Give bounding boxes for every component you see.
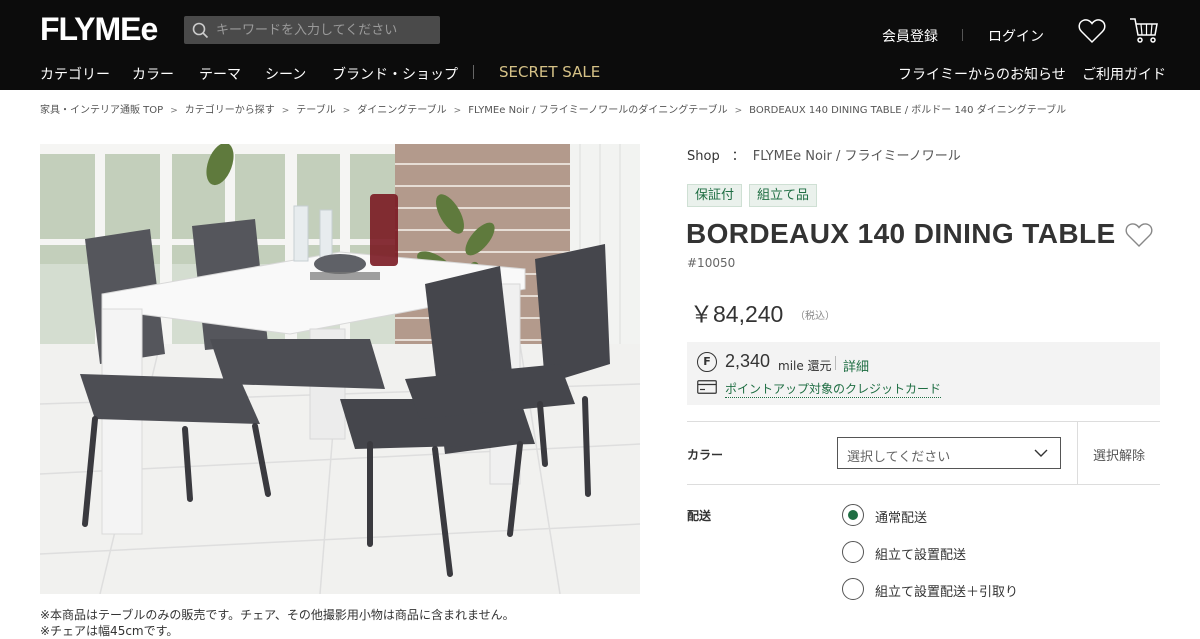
assembly-tag: 組立て品 <box>749 184 818 207</box>
breadcrumb-separator: > <box>281 106 290 116</box>
breadcrumb-item[interactable]: テーブル <box>296 101 335 116</box>
heart-icon[interactable] <box>1078 18 1106 44</box>
color-select[interactable]: 選択してください <box>837 437 1061 469</box>
login-link[interactable]: ログイン <box>988 26 1044 46</box>
product-note: ※本商品はテーブルのみの販売です。チェア、その他撮影用小物は商品に含まれません。 <box>40 608 515 622</box>
credit-card-link[interactable]: ポイントアップ対象のクレジットカード <box>725 380 942 398</box>
color-select-value: 選択してください <box>847 450 951 465</box>
radio-ring <box>842 578 864 600</box>
warranty-tag: 保証付 <box>687 184 743 207</box>
site-logo[interactable]: FLYMEe <box>40 11 158 48</box>
product-price: ￥84,240 <box>690 301 784 327</box>
breadcrumb: 家具・インテリア通販 TOP > カテゴリーから探す > テーブル > ダイニングテーブル >… <box>40 101 1160 117</box>
search-input[interactable] <box>216 19 434 41</box>
nav-brand-shop[interactable]: ブランド・ショップ <box>332 64 458 84</box>
shop-label: Shop <box>687 149 720 164</box>
nav-guide[interactable]: ご利用ガイド <box>1082 64 1166 84</box>
mile-detail-link[interactable]: 詳細 <box>843 356 869 375</box>
radio-selected-dot <box>848 510 858 520</box>
clear-selection-button[interactable]: 選択解除 <box>1093 445 1145 464</box>
breadcrumb-item[interactable]: カテゴリーから探す <box>185 101 275 116</box>
breadcrumb-item[interactable]: FLYMEe Noir / フライミーノワールのダイニングテーブル <box>468 101 727 116</box>
search-box[interactable] <box>184 16 440 44</box>
nav-category[interactable]: カテゴリー <box>40 64 110 84</box>
vertical-divider <box>1077 421 1078 484</box>
header-divider <box>962 29 963 41</box>
shop-name-link[interactable]: FLYMEe Noir / フライミーノワール <box>753 149 961 164</box>
site-header: FLYMEe 会員登録 ログイン カテゴリー カラー テーマ シーン ブランド・… <box>0 0 1200 90</box>
delivery-option-label[interactable]: 組立て設置配送 <box>875 544 966 563</box>
shop-colon: ： <box>731 149 745 164</box>
breadcrumb-item[interactable]: 家具・インテリア通販 TOP <box>40 101 163 116</box>
mile-badge-icon: F <box>697 352 717 372</box>
delivery-label: 配送 <box>687 509 712 523</box>
nav-theme[interactable]: テーマ <box>199 64 241 84</box>
delivery-option-label[interactable]: 通常配送 <box>875 507 927 526</box>
register-link[interactable]: 会員登録 <box>882 26 938 46</box>
shop-info: Shop ： FLYMEe Noir / フライミーノワール <box>687 145 961 164</box>
tax-note: （税込） <box>795 311 835 322</box>
breadcrumb-item[interactable]: ダイニングテーブル <box>357 101 446 116</box>
radio-ring <box>842 541 864 563</box>
mile-box: F 2,340 mile 還元 詳細 ポイントアップ対象のクレジットカード <box>687 342 1160 405</box>
nav-news[interactable]: フライミーからのお知らせ <box>898 64 1066 84</box>
nav-scene[interactable]: シーン <box>265 64 306 84</box>
product-photo-illustration <box>40 144 640 594</box>
delivery-radio-assembly[interactable] <box>842 541 864 563</box>
breadcrumb-separator: > <box>734 106 743 116</box>
breadcrumb-separator: > <box>342 106 351 116</box>
product-note: ※チェアは幅45cmです。 <box>40 624 179 638</box>
credit-card-icon <box>697 380 717 394</box>
nav-divider <box>473 65 474 79</box>
delivery-radio-standard[interactable] <box>842 504 864 526</box>
mile-divider <box>835 356 836 370</box>
product-sku: #10050 <box>687 256 736 270</box>
delivery-radio-assembly-pickup[interactable] <box>842 578 864 600</box>
delivery-option-label[interactable]: 組立て設置配送＋引取り <box>875 581 1018 600</box>
favorite-heart-icon[interactable] <box>1125 222 1153 248</box>
chevron-down-icon <box>1034 449 1048 457</box>
product-image[interactable] <box>40 144 640 594</box>
mile-unit: mile 還元 <box>778 359 832 373</box>
breadcrumb-separator: > <box>170 106 178 116</box>
divider <box>687 421 1160 422</box>
cart-icon[interactable] <box>1129 17 1159 45</box>
color-label: カラー <box>687 448 724 462</box>
breadcrumb-current: BORDEAUX 140 DINING TABLE / ボルドー 140 ダイニ… <box>749 105 1067 116</box>
nav-secret-sale[interactable]: SECRET SALE <box>499 63 600 81</box>
divider <box>687 484 1160 485</box>
breadcrumb-separator: > <box>453 106 462 116</box>
search-icon <box>192 22 209 39</box>
mile-value: 2,340 <box>725 351 771 371</box>
nav-color[interactable]: カラー <box>132 64 174 84</box>
product-title: BORDEAUX 140 DINING TABLE <box>686 218 1116 249</box>
